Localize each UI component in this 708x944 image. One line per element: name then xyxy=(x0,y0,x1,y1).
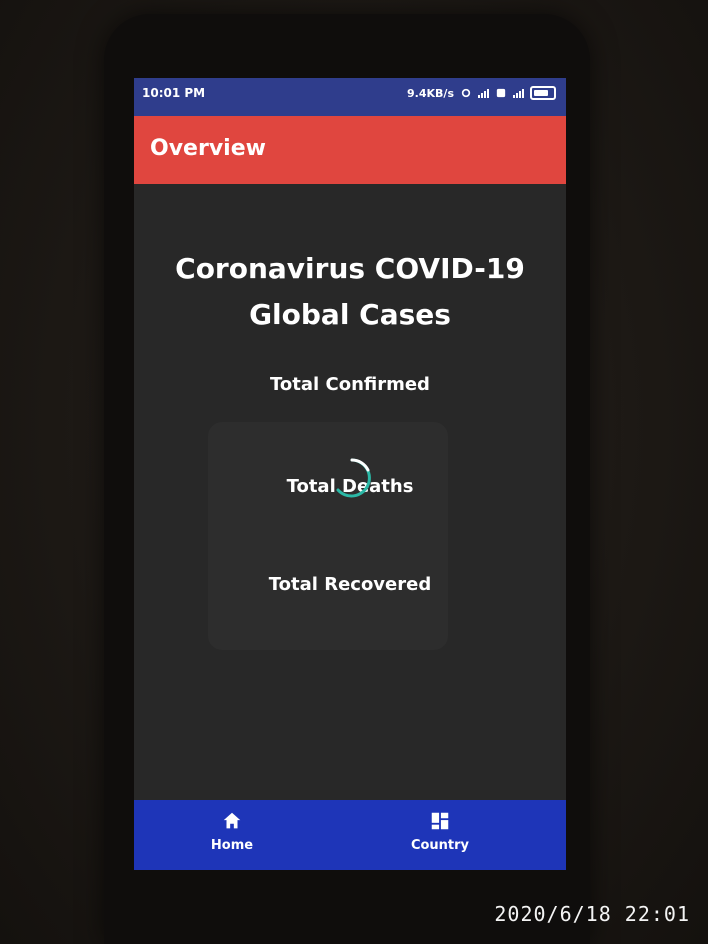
home-icon xyxy=(223,812,241,829)
bottom-navigation: Home Country xyxy=(134,800,566,870)
photo-timestamp: 2020/6/18 22:01 xyxy=(494,902,690,926)
network-speed: 9.4KB/s xyxy=(407,86,454,100)
headline: Coronavirus COVID-19 Global Cases xyxy=(134,246,566,338)
nav-country-label: Country xyxy=(410,838,470,853)
loading-overlay xyxy=(208,422,448,650)
status-indicators: 9.4KB/s xyxy=(407,86,556,100)
loading-spinner-icon xyxy=(336,458,371,498)
overview-content: Coronavirus COVID-19 Global Cases Total … xyxy=(134,184,566,800)
nav-country[interactable]: Country xyxy=(380,810,500,853)
status-bar: 10:01 PM 9.4KB/s xyxy=(134,78,566,116)
mobile-signal-icon xyxy=(513,88,524,98)
total-confirmed-label: Total Confirmed xyxy=(270,374,430,395)
headline-line-2: Global Cases xyxy=(249,298,451,331)
page-title: Overview xyxy=(150,136,266,161)
app-bar: Overview xyxy=(134,116,566,184)
phone-screen: 10:01 PM 9.4KB/s Overview Coronavirus CO… xyxy=(134,78,566,870)
sync-icon xyxy=(461,88,471,98)
nav-home-label: Home xyxy=(210,838,254,853)
dashboard-icon xyxy=(431,812,449,830)
signal-icon xyxy=(478,88,489,98)
nav-home[interactable]: Home xyxy=(172,810,292,853)
total-recovered-label: Total Recovered xyxy=(268,574,432,595)
notification-icon xyxy=(496,88,506,98)
battery-icon xyxy=(530,86,556,100)
status-time: 10:01 PM xyxy=(142,86,206,100)
headline-line-1: Coronavirus COVID-19 xyxy=(175,252,525,285)
